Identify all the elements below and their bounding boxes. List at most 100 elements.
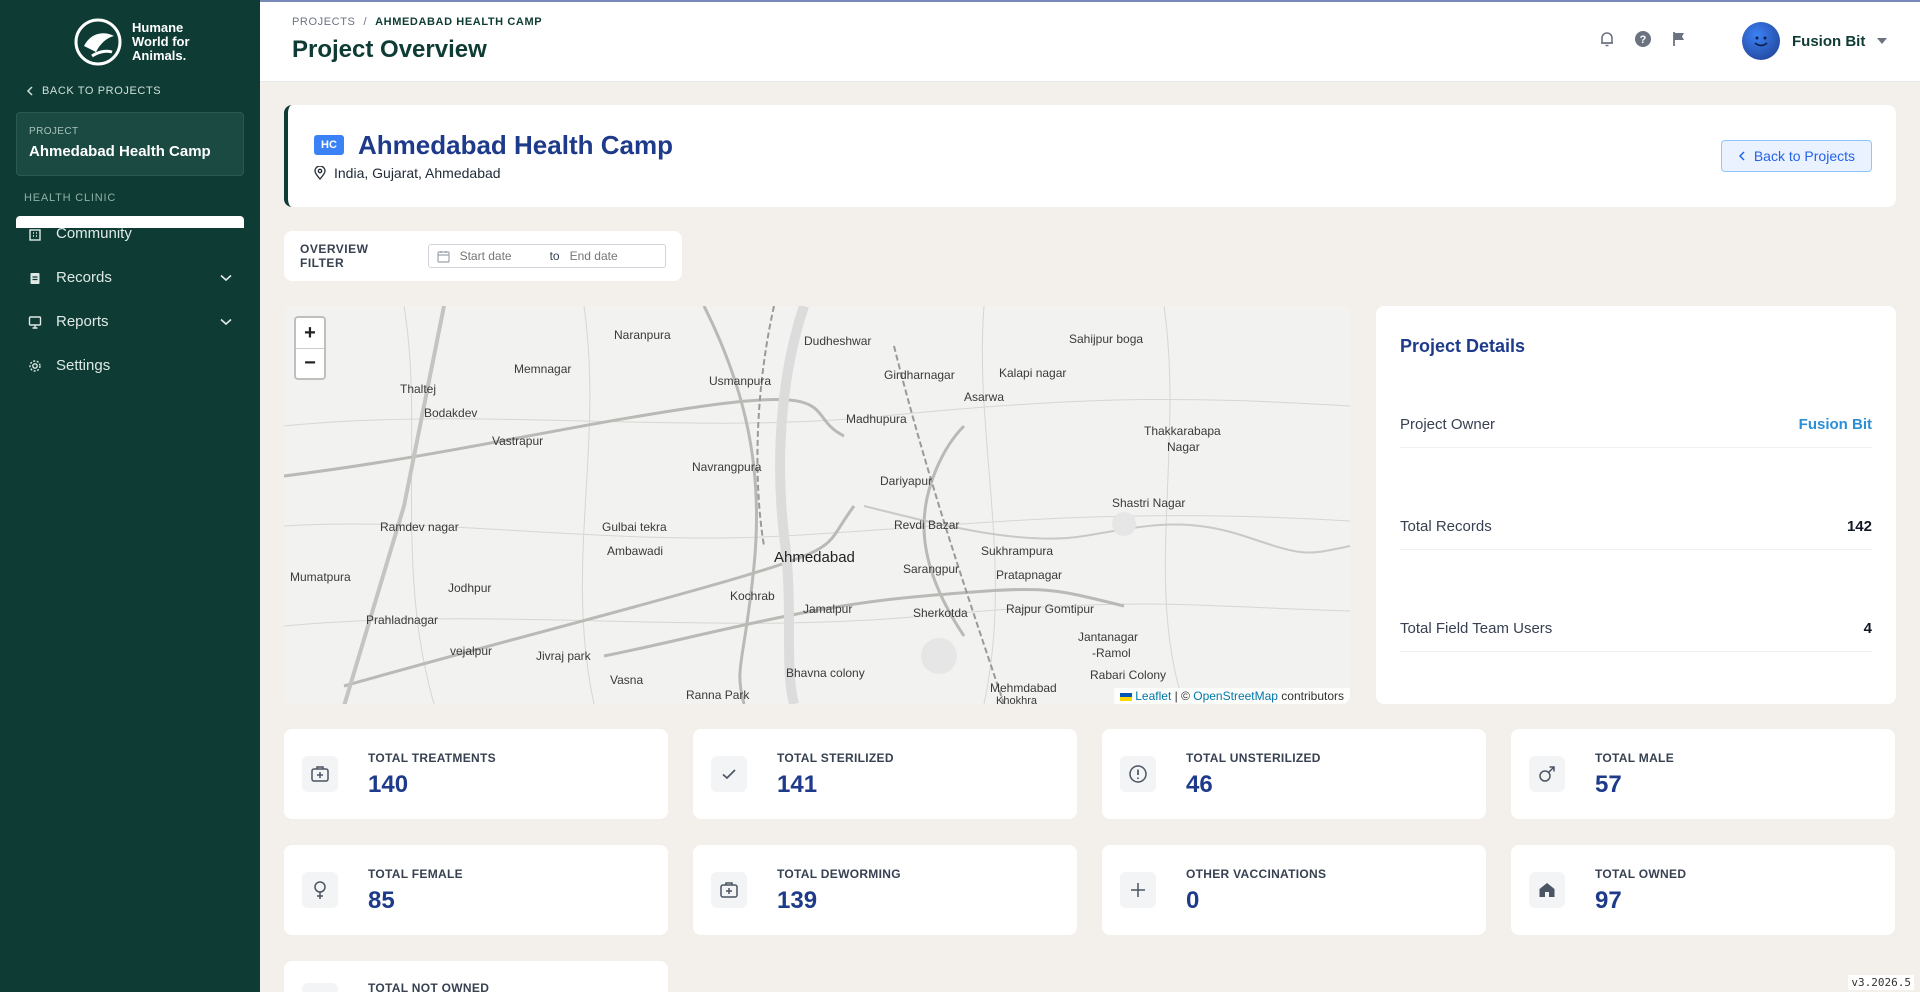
map-place-label: Ramdev nagar bbox=[380, 520, 459, 534]
zoom-out-button[interactable]: − bbox=[296, 348, 324, 378]
flag-icon[interactable] bbox=[1670, 30, 1688, 48]
date-range-picker[interactable]: to bbox=[427, 244, 666, 268]
stat-card-total-deworming: TOTAL DEWORMING 139 bbox=[693, 845, 1077, 935]
map-zoom-control: + − bbox=[294, 316, 326, 380]
date-range-separator: to bbox=[549, 249, 560, 263]
male-icon bbox=[1529, 756, 1565, 792]
zoom-in-button[interactable]: + bbox=[296, 318, 324, 348]
stat-value: 97 bbox=[1595, 887, 1622, 914]
logo-text: Humane World for Animals. bbox=[132, 20, 190, 63]
map-place-label: Rabari Colony bbox=[1090, 668, 1167, 682]
map-place-label: Sahijpur boga bbox=[1069, 332, 1144, 346]
sidebar-item-label: Reports bbox=[56, 313, 109, 330]
map-place-label: Sherkotda bbox=[913, 606, 968, 620]
breadcrumb-separator: / bbox=[363, 16, 368, 28]
stat-label: TOTAL NOT OWNED bbox=[368, 981, 490, 992]
detail-row-project-owner: Project Owner Fusion Bit bbox=[1400, 416, 1872, 448]
check-icon bbox=[711, 756, 747, 792]
sidebar-item-settings[interactable]: Settings bbox=[28, 357, 232, 374]
map-place-label: Jivraj park bbox=[536, 649, 591, 663]
stat-card-total-treatments: TOTAL TREATMENTS 140 bbox=[284, 729, 668, 819]
project-card-name: Ahmedabad Health Camp bbox=[29, 143, 211, 160]
end-date-input[interactable] bbox=[569, 249, 650, 263]
map-place-label: Dudheshwar bbox=[804, 334, 872, 348]
map-place-label: Jantanagar bbox=[1078, 630, 1139, 644]
project-badge: HC bbox=[314, 135, 344, 155]
help-icon[interactable]: ? bbox=[1634, 30, 1652, 48]
clipboard-icon bbox=[30, 272, 40, 284]
stat-label: TOTAL UNSTERILIZED bbox=[1186, 751, 1321, 765]
project-map[interactable]: Naranpura Dudheshwar Sahijpur boga Memna… bbox=[284, 306, 1350, 704]
map-place-label: Madhupura bbox=[846, 412, 907, 426]
stat-card-other-vaccinations: OTHER VACCINATIONS 0 bbox=[1102, 845, 1486, 935]
chevron-down-icon[interactable] bbox=[220, 274, 232, 282]
project-card: PROJECT Ahmedabad Health Camp bbox=[16, 112, 244, 176]
map-place-label: Pratapnagar bbox=[996, 568, 1063, 582]
stat-value: 140 bbox=[368, 771, 409, 798]
map-pin-icon bbox=[314, 166, 326, 180]
sidebar-item-community[interactable]: Community bbox=[28, 225, 232, 242]
detail-label: Project Owner bbox=[1400, 416, 1496, 433]
stat-value: 85 bbox=[368, 887, 395, 914]
section-label: HEALTH CLINIC bbox=[24, 192, 117, 204]
sidebar-item-reports[interactable]: Reports bbox=[28, 313, 232, 330]
map-place-label: Ambawadi bbox=[607, 544, 664, 558]
presentation-icon bbox=[28, 315, 42, 329]
map-place-label: Jamalpur bbox=[803, 602, 853, 616]
map-place-label: Thakkarabapa bbox=[1144, 424, 1221, 438]
attribution-tail: contributors bbox=[1277, 689, 1344, 703]
back-to-projects-button[interactable]: Back to Projects bbox=[1720, 140, 1872, 172]
back-to-projects-link[interactable]: BACK TO PROJECTS bbox=[26, 85, 161, 97]
bell-icon[interactable] bbox=[1598, 30, 1616, 48]
logo-icon bbox=[74, 18, 122, 66]
map-place-label: Ranna Park bbox=[686, 688, 750, 702]
map-place-label: Thaltej bbox=[400, 382, 437, 396]
leaflet-link[interactable]: Leaflet bbox=[1135, 689, 1171, 703]
overview-filter: OVERVIEW FILTER to bbox=[284, 231, 682, 281]
sidebar-item-label: Community bbox=[56, 225, 132, 242]
stat-value: 139 bbox=[777, 887, 818, 914]
project-title: Ahmedabad Health Camp bbox=[358, 130, 673, 160]
project-details-title: Project Details bbox=[1400, 336, 1526, 356]
chevron-down-icon[interactable] bbox=[220, 318, 232, 326]
map-place-label: Rajpur Gomtipur bbox=[1006, 602, 1095, 616]
map-place-label: Kalapi nagar bbox=[999, 366, 1067, 380]
project-location-text: India, Gujarat, Ahmedabad bbox=[334, 165, 501, 181]
stat-value: 46 bbox=[1186, 771, 1213, 798]
medical-kit-icon bbox=[302, 756, 338, 792]
map-place-label: Bhavna colony bbox=[786, 666, 865, 680]
stat-value: 0 bbox=[1186, 887, 1200, 914]
sidebar-item-records[interactable]: Records bbox=[28, 269, 232, 286]
stat-card-total-unsterilized: TOTAL UNSTERILIZED 46 bbox=[1102, 729, 1486, 819]
detail-value: 142 bbox=[1846, 518, 1872, 535]
map-place-label: Khokhra bbox=[996, 695, 1037, 704]
home-icon bbox=[1529, 872, 1565, 908]
project-card-label: PROJECT bbox=[29, 126, 79, 137]
user-menu[interactable]: Fusion Bit bbox=[1742, 22, 1888, 60]
map-tiles[interactable] bbox=[284, 306, 1350, 704]
detail-row-total-records: Total Records 142 bbox=[1400, 518, 1872, 550]
map-place-label: Girdharnagar bbox=[884, 368, 955, 382]
start-date-input[interactable] bbox=[459, 249, 540, 263]
building-icon bbox=[29, 228, 41, 241]
map-place-label: Sukhrampura bbox=[981, 544, 1054, 558]
sidebar-item-label: Records bbox=[56, 269, 112, 286]
project-header-card: HC Ahmedabad Health Camp India, Gujarat,… bbox=[284, 105, 1896, 207]
header-actions: ? bbox=[1598, 30, 1688, 48]
avatar bbox=[1742, 22, 1780, 60]
breadcrumb: PROJECTS / AHMEDABAD HEALTH CAMP bbox=[292, 16, 542, 28]
stat-label: TOTAL FEMALE bbox=[368, 867, 463, 881]
breadcrumb-projects[interactable]: PROJECTS bbox=[292, 16, 355, 28]
gear-icon bbox=[29, 359, 41, 372]
attribution-separator: | © bbox=[1171, 689, 1194, 703]
stat-label: TOTAL DEWORMING bbox=[777, 867, 901, 881]
detail-label: Total Records bbox=[1400, 518, 1492, 535]
stat-label: TOTAL MALE bbox=[1595, 751, 1674, 765]
map-place-label: Memnagar bbox=[514, 362, 572, 376]
map-place-label: Kochrab bbox=[730, 589, 775, 603]
openstreetmap-link[interactable]: OpenStreetMap bbox=[1193, 689, 1278, 703]
project-details-card: Project Details Project Owner Fusion Bit… bbox=[1376, 306, 1896, 704]
project-owner-link[interactable]: Fusion Bit bbox=[1799, 416, 1872, 433]
female-icon bbox=[302, 872, 338, 908]
chevron-left-icon bbox=[26, 86, 33, 96]
